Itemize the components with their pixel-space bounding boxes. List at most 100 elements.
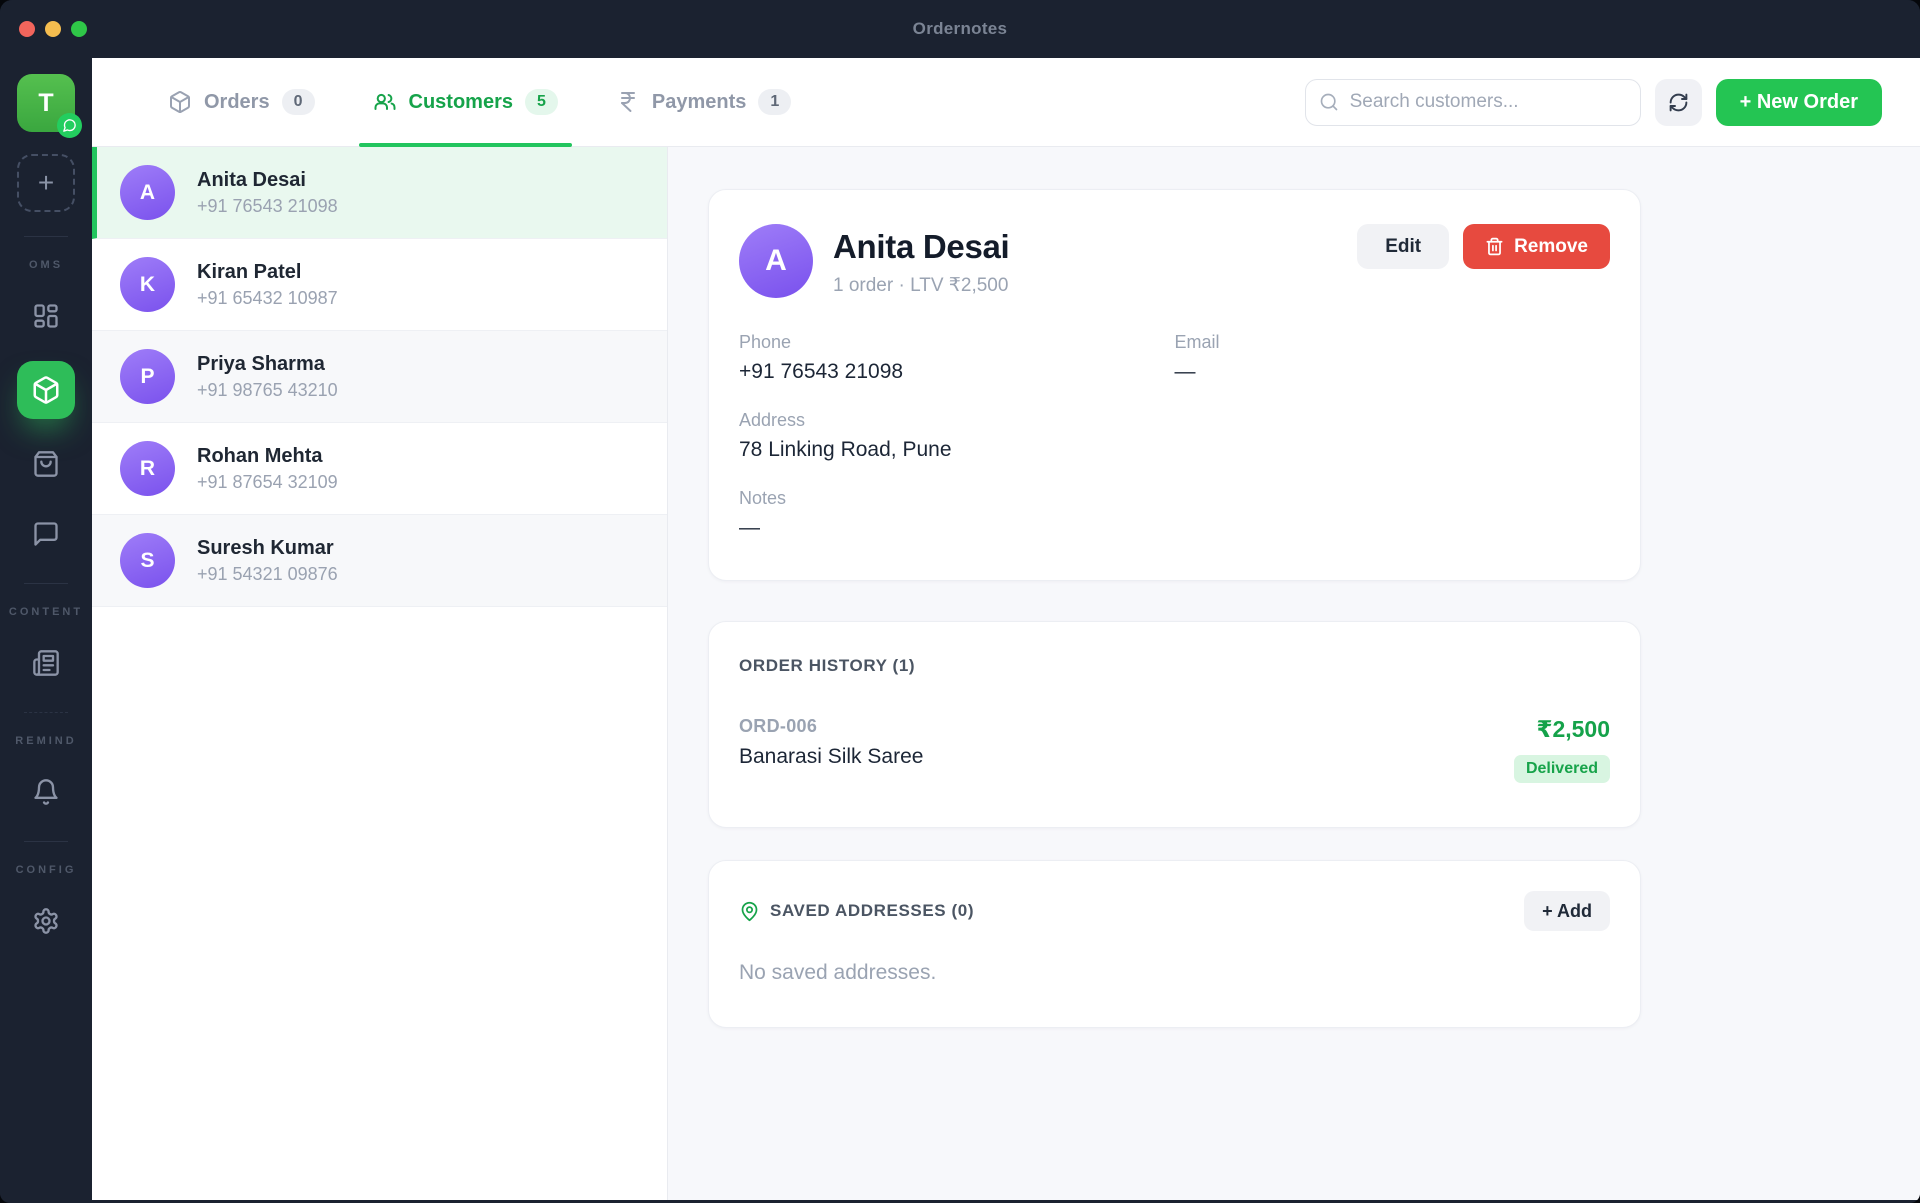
avatar: S (120, 533, 175, 588)
window-title: Ordernotes (913, 19, 1008, 39)
customer-row-anita[interactable]: A Anita Desai +91 76543 21098 (92, 147, 667, 239)
rail-group-label-oms: OMS (29, 259, 63, 271)
rail-item-reminders[interactable] (17, 767, 75, 817)
field-label: Address (739, 410, 1175, 431)
rail-divider (24, 712, 68, 713)
saved-addresses-empty-text: No saved addresses. (739, 961, 1610, 985)
workspace-avatar[interactable]: T (17, 74, 75, 132)
app-window: Ordernotes T + OMS (0, 0, 1920, 1203)
newspaper-icon (32, 649, 60, 677)
field-notes: Notes — (739, 488, 1175, 540)
field-label: Email (1175, 332, 1611, 353)
rail-group-label-remind: REMIND (15, 735, 76, 747)
field-phone: Phone +91 76543 21098 (739, 332, 1175, 384)
minimize-button[interactable] (45, 21, 61, 37)
search-input[interactable] (1305, 79, 1641, 126)
field-email: Email — (1175, 332, 1611, 384)
avatar: P (120, 349, 175, 404)
edit-button[interactable]: Edit (1357, 224, 1449, 269)
rail-divider (24, 841, 68, 842)
order-status-badge: Delivered (1514, 755, 1610, 783)
rail-item-content[interactable] (17, 638, 75, 688)
workspace-initial: T (38, 89, 53, 118)
order-history-title: ORDER HISTORY (1) (739, 656, 1610, 676)
rail-item-shop[interactable] (17, 439, 75, 489)
zoom-button[interactable] (71, 21, 87, 37)
customer-phone: +91 87654 32109 (197, 470, 338, 494)
tab-bar: Orders 0 Customers 5 Payments 1 (154, 58, 805, 146)
refresh-button[interactable] (1655, 79, 1702, 126)
field-address: Address 78 Linking Road, Pune (739, 410, 1175, 462)
rail-item-settings[interactable] (17, 896, 75, 946)
rail-item-orders-active[interactable] (17, 361, 75, 419)
tab-label: Payments (652, 91, 747, 114)
customer-name: Kiran Patel (197, 259, 338, 286)
rail-divider (24, 583, 68, 584)
tab-count-badge: 5 (525, 89, 558, 115)
customer-detail-name: Anita Desai (833, 228, 1009, 266)
saved-addresses-card: SAVED ADDRESSES (0) + Add No saved addre… (708, 860, 1641, 1028)
toolbar: + New Order (1305, 79, 1882, 126)
profile-card: A Anita Desai 1 order · LTV ₹2,500 Edit … (708, 189, 1641, 581)
customer-phone: +91 98765 43210 (197, 378, 338, 402)
order-row[interactable]: ORD-006 Banarasi Silk Saree ₹2,500 Deliv… (739, 716, 1610, 783)
field-value: — (1175, 360, 1611, 384)
app-rail: T + OMS CONTENT (0, 58, 92, 1200)
field-value: +91 76543 21098 (739, 360, 1175, 384)
avatar: K (120, 257, 175, 312)
search-icon (1319, 92, 1339, 112)
tab-orders[interactable]: Orders 0 (154, 58, 329, 146)
tab-count-badge: 0 (282, 89, 315, 115)
tab-count-badge: 1 (758, 89, 791, 115)
rupee-icon (616, 90, 640, 114)
customer-ltv-summary: 1 order · LTV ₹2,500 (833, 274, 1009, 297)
order-history-card: ORDER HISTORY (1) ORD-006 Banarasi Silk … (708, 621, 1641, 828)
customer-row-suresh[interactable]: S Suresh Kumar +91 54321 09876 (92, 515, 667, 607)
remove-button-label: Remove (1514, 236, 1588, 258)
customer-phone: +91 76543 21098 (197, 194, 338, 218)
chat-bubble-icon (32, 520, 60, 548)
rail-group-label-config: CONFIG (16, 864, 77, 876)
plus-icon: + (38, 167, 54, 198)
order-amount: ₹2,500 (1514, 716, 1610, 743)
shopping-bag-icon (32, 450, 60, 478)
avatar: A (120, 165, 175, 220)
trash-icon (1485, 237, 1504, 256)
add-address-button[interactable]: + Add (1524, 891, 1610, 931)
users-icon (373, 90, 397, 114)
close-button[interactable] (19, 21, 35, 37)
customer-row-rohan[interactable]: R Rohan Mehta +91 87654 32109 (92, 423, 667, 515)
rail-item-chat[interactable] (17, 509, 75, 559)
customer-name: Rohan Mehta (197, 443, 338, 470)
order-item-name: Banarasi Silk Saree (739, 745, 923, 769)
customer-name: Anita Desai (197, 167, 338, 194)
customer-list: A Anita Desai +91 76543 21098 K Kiran Pa… (92, 147, 668, 1200)
customer-phone: +91 54321 09876 (197, 562, 338, 586)
new-order-button[interactable]: + New Order (1716, 79, 1882, 126)
field-label: Phone (739, 332, 1175, 353)
remove-button[interactable]: Remove (1463, 224, 1610, 269)
customer-name: Priya Sharma (197, 351, 338, 378)
package-icon (168, 90, 192, 114)
topbar: Orders 0 Customers 5 Payments 1 (92, 58, 1920, 147)
field-value: — (739, 516, 1175, 540)
map-pin-icon (739, 901, 760, 922)
tab-customers[interactable]: Customers 5 (359, 58, 572, 146)
field-label: Notes (739, 488, 1175, 509)
rail-item-dashboard[interactable] (17, 291, 75, 341)
traffic-lights (19, 21, 87, 37)
saved-addresses-title: SAVED ADDRESSES (0) (770, 901, 974, 921)
add-workspace-button[interactable]: + (17, 154, 75, 212)
dashboard-icon (32, 302, 60, 330)
customer-row-kiran[interactable]: K Kiran Patel +91 65432 10987 (92, 239, 667, 331)
order-id: ORD-006 (739, 716, 923, 737)
refresh-icon (1668, 92, 1689, 113)
customer-detail-panel: A Anita Desai 1 order · LTV ₹2,500 Edit … (668, 147, 1920, 1200)
bell-icon (32, 778, 60, 806)
tab-payments[interactable]: Payments 1 (602, 58, 805, 146)
package-icon (31, 375, 61, 405)
avatar: A (739, 224, 813, 298)
gear-icon (32, 907, 60, 935)
rail-group-label-content: CONTENT (9, 606, 83, 618)
customer-row-priya[interactable]: P Priya Sharma +91 98765 43210 (92, 331, 667, 423)
